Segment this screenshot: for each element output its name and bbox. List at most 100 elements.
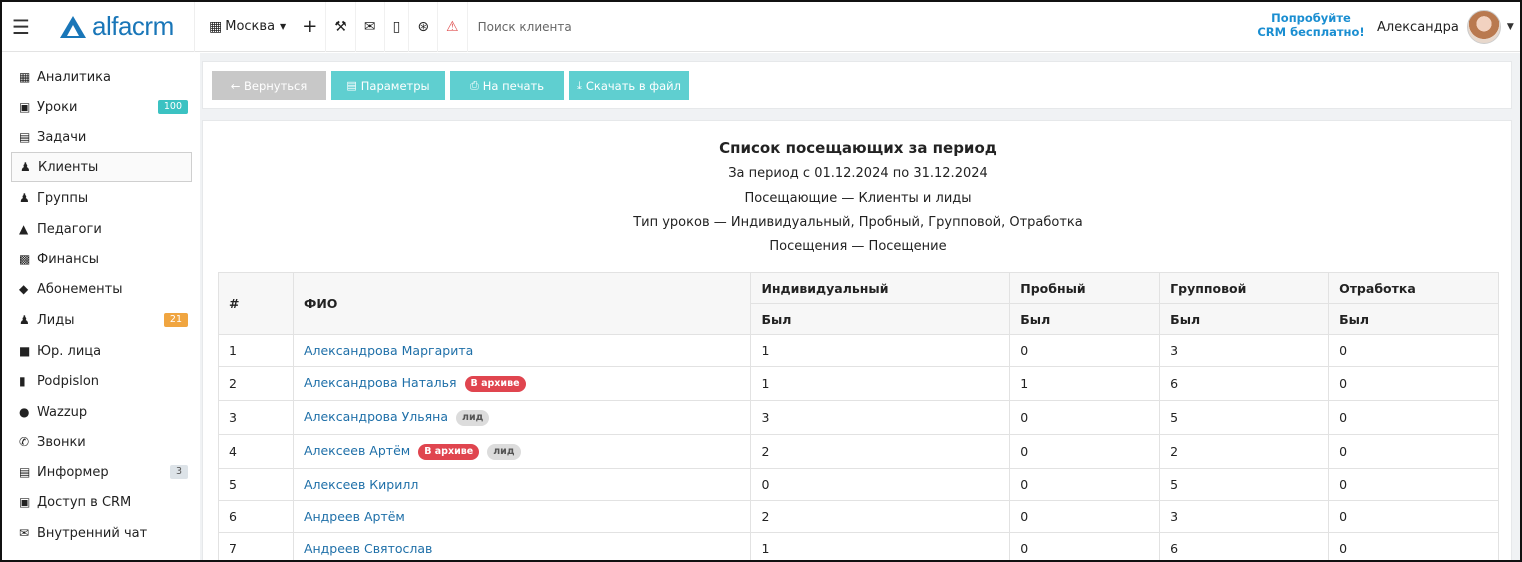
name-cell: Алексеев Кирилл (292, 468, 752, 501)
row-number: 2 (218, 366, 294, 401)
table-row: 4 Алексеев Артём В архиве лид 2 0 2 0 (218, 434, 1499, 469)
sidebar-item-label: Задачи (37, 129, 87, 145)
column-header-trial: Пробный (1009, 272, 1161, 304)
notifications-button[interactable]: ⚠ (438, 2, 467, 52)
app-window: ☰ alfacrm ▦ Москва ▼ + ⚒ ✉ ▯ ⊛ ⚠ Попробу… (0, 0, 1522, 562)
sidebar-item-wazzup[interactable]: ● Wazzup (11, 397, 192, 427)
settings-button[interactable]: ⚒ (326, 2, 355, 52)
trial-cell: 0 (1009, 334, 1161, 367)
lessons-count-badge: 100 (157, 100, 188, 114)
makeup-cell: 0 (1328, 334, 1499, 367)
sidebar-item-groups[interactable]: ♟ Группы (11, 183, 192, 213)
sidebar-item-finance[interactable]: ▩ Финансы (11, 244, 192, 274)
archive-tag: В архиве (464, 375, 526, 392)
try-crm-link[interactable]: Попробуйте CRM бесплатно! (1256, 11, 1366, 39)
group-cell: 5 (1159, 468, 1330, 501)
client-name-link[interactable]: Алексеев Артём (304, 443, 410, 458)
back-button-label: ← Вернуться (230, 78, 308, 93)
makeup-cell: 0 (1328, 366, 1499, 401)
mobile-button[interactable]: ▯ (385, 2, 409, 52)
sidebar-item-label: Лиды (37, 312, 75, 328)
users-icon: ♟ (19, 191, 30, 205)
sidebar-item-label: Группы (37, 190, 89, 206)
back-button[interactable]: ← Вернуться (212, 71, 326, 100)
column-header-num: # (218, 272, 294, 335)
sidebar-item-analytics[interactable]: ▦ Аналитика (11, 62, 192, 92)
caret-down-icon: ▼ (1506, 22, 1514, 32)
graduation-cap-icon: ▲ (19, 222, 29, 236)
sidebar-item-label: Podpislon (37, 373, 100, 389)
calendar-icon: ▣ (19, 100, 31, 114)
informer-count-badge: 3 (169, 465, 188, 479)
hamburger-menu-icon[interactable]: ☰ (2, 2, 40, 52)
sidebar-item-internal-chat[interactable]: ✉ Внутренний чат (11, 518, 192, 548)
mail-button[interactable]: ✉ (356, 2, 384, 52)
group-cell: 6 (1159, 532, 1330, 560)
group-cell: 2 (1159, 434, 1330, 469)
lead-tag: лид (487, 443, 521, 460)
wrench-icon: ⚒ (334, 18, 347, 35)
individual-cell: 3 (750, 400, 1011, 435)
name-cell: Александрова Ульяна лид (292, 400, 752, 435)
client-name-link[interactable]: Александрова Маргарита (304, 343, 473, 358)
city-selector[interactable]: ▦ Москва ▼ (195, 2, 294, 52)
sidebar-item-crm-access[interactable]: ▣ Доступ в CRM (11, 487, 192, 517)
client-name-link[interactable]: Алексеев Кирилл (304, 477, 418, 492)
column-subheader-attended: Был (750, 303, 1011, 335)
table-row: 6 Андреев Артём 2 0 3 0 (218, 500, 1499, 533)
sidebar-item-lessons[interactable]: ▣ Уроки 100 (11, 92, 192, 122)
map-icon: ▦ (19, 70, 31, 84)
sidebar-item-podpislon[interactable]: ▮ Podpislon (11, 366, 192, 396)
file-icon: ▮ (19, 374, 26, 388)
makeup-cell: 0 (1328, 532, 1499, 560)
archive-tag: В архиве (418, 443, 480, 460)
parameters-button-label: Параметры (360, 78, 430, 93)
client-name-link[interactable]: Андреев Артём (304, 509, 405, 524)
add-button[interactable]: + (294, 2, 325, 52)
table-row: 1 Александрова Маргарита 1 0 3 0 (218, 334, 1499, 367)
download-button[interactable]: ⤓ Скачать в файл (569, 71, 689, 100)
user-menu[interactable]: Александра ▼ (1377, 2, 1514, 52)
print-icon: ⎙ (469, 78, 479, 92)
row-number: 4 (218, 434, 294, 469)
report-panel: Список посещающих за период За период с … (202, 120, 1512, 560)
report-title: Список посещающих за период (719, 139, 997, 157)
client-name-link[interactable]: Александрова Наталья (304, 375, 457, 390)
sidebar-item-informer[interactable]: ▤ Информер 3 (11, 457, 192, 487)
trial-cell: 0 (1009, 500, 1161, 533)
group-cell: 3 (1159, 334, 1330, 367)
name-cell: Андреев Артём (292, 500, 752, 533)
trial-cell: 0 (1009, 468, 1161, 501)
name-cell: Александрова Наталья В архиве (292, 366, 752, 401)
trial-cell: 0 (1009, 532, 1161, 560)
table-row: 7 Андреев Святослав 1 0 6 0 (218, 532, 1499, 560)
column-header-group: Групповой (1159, 272, 1330, 304)
user-icon: ♟ (20, 160, 31, 174)
phone-icon: ✆ (19, 435, 30, 449)
sidebar-item-teachers[interactable]: ▲ Педагоги (11, 214, 192, 244)
sidebar-item-label: Финансы (37, 251, 100, 267)
trial-cell: 0 (1009, 400, 1161, 435)
cart-button[interactable]: ⊛ (409, 2, 437, 52)
sidebar-item-clients[interactable]: ♟ Клиенты (11, 152, 192, 182)
parameters-button[interactable]: ▤ Параметры (331, 71, 445, 100)
group-cell: 3 (1159, 500, 1330, 533)
user-plus-icon: ♟ (19, 313, 30, 327)
client-name-link[interactable]: Александрова Ульяна (304, 409, 448, 424)
client-search (468, 2, 778, 52)
makeup-cell: 0 (1328, 500, 1499, 533)
client-search-input[interactable] (477, 19, 778, 34)
sidebar-item-calls[interactable]: ✆ Звонки (11, 427, 192, 457)
trial-cell: 0 (1009, 434, 1161, 469)
sidebar-item-leads[interactable]: ♟ Лиды 21 (11, 305, 192, 335)
sidebar-item-subscriptions[interactable]: ◆ Абонементы (11, 274, 192, 304)
sidebar-item-tasks[interactable]: ▤ Задачи (11, 122, 192, 152)
name-cell: Алексеев Артём В архиве лид (292, 434, 752, 469)
client-name-link[interactable]: Андреев Святослав (304, 541, 432, 556)
table-row: 2 Александрова Наталья В архиве 1 1 6 0 (218, 366, 1499, 401)
table-row: 5 Алексеев Кирилл 0 0 5 0 (218, 468, 1499, 501)
trial-cell: 1 (1009, 366, 1161, 401)
print-button[interactable]: ⎙ На печать (450, 71, 564, 100)
logo[interactable]: alfacrm (40, 2, 195, 52)
sidebar-item-legal-entities[interactable]: ■ Юр. лица (11, 336, 192, 366)
